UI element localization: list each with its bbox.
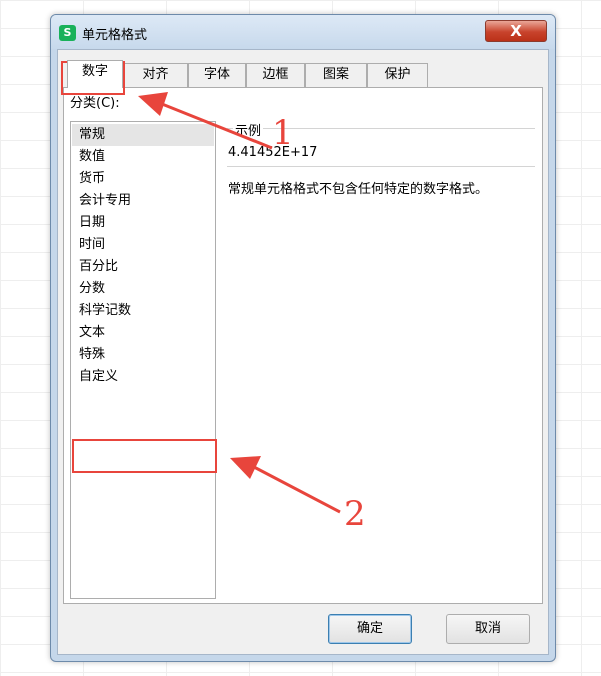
annotation-arrows [138,92,341,514]
stage: S 单元格格式 X 数字 对齐 字体 边框 图案 保护 分类(C): 常规 数值… [0,0,601,676]
arrow-1-head [138,92,168,116]
arrow-2-line [253,465,341,514]
arrow-1-line [161,102,273,150]
tab-number[interactable]: 数字 [67,60,123,88]
